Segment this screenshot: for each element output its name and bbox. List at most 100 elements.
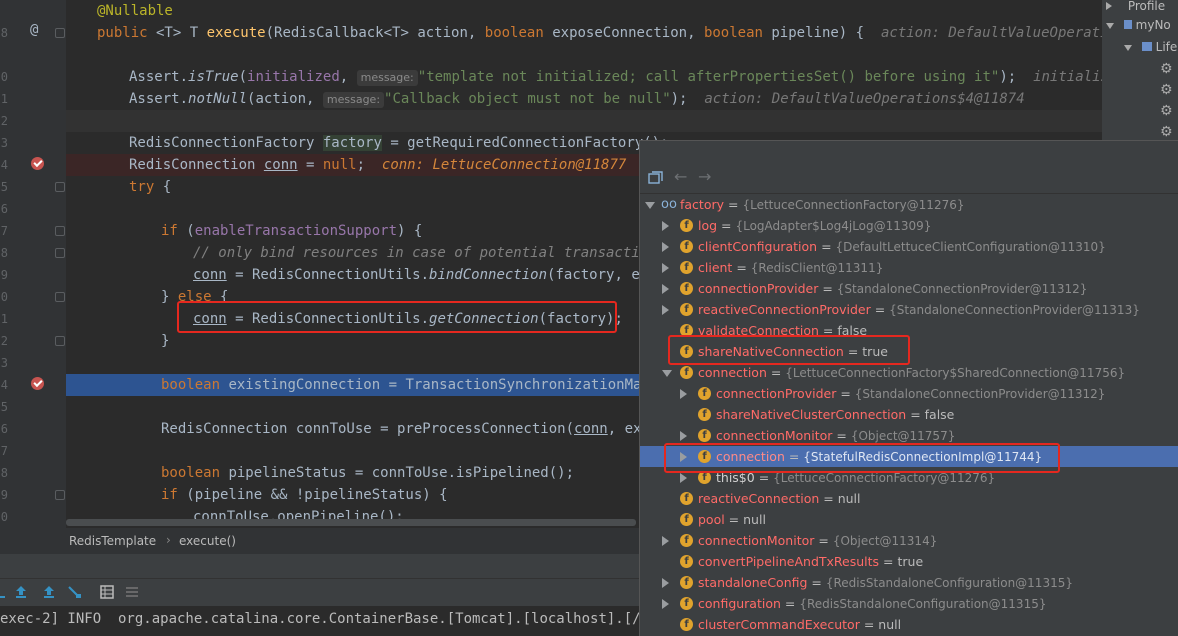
watch-glasses-icon: oo [661, 197, 677, 212]
override-marker-icon[interactable]: @ [30, 22, 38, 38]
var-eq: = [818, 281, 837, 296]
expand-arrow-icon[interactable] [662, 536, 669, 546]
console-output[interactable]: exec-2] INFO org.apache.catalina.core.Co… [0, 606, 683, 635]
fold-icon[interactable] [55, 226, 65, 236]
collapse-arrow-icon[interactable] [1106, 23, 1114, 29]
fold-icon[interactable] [55, 28, 65, 38]
annotation-box [664, 443, 1060, 473]
expand-arrow-icon[interactable] [662, 305, 669, 315]
tree-row[interactable]: f client = {RedisClient@11311} [640, 257, 1178, 278]
watch-icon[interactable] [648, 171, 664, 185]
line-number: 3 [0, 356, 8, 370]
line-number: 4 [0, 378, 8, 392]
tree-row[interactable]: myNo [1106, 18, 1171, 32]
tree-row[interactable]: f connection = {LettuceConnectionFactory$… [640, 362, 1178, 383]
field-icon: f [680, 597, 693, 610]
fold-icon[interactable] [55, 490, 65, 500]
gear-icon[interactable]: ⚙ [1160, 124, 1173, 140]
tree-row[interactable]: f pool = null [640, 509, 1178, 530]
tree-row[interactable]: f reactiveConnection = null [640, 488, 1178, 509]
console-line: exec-2] INFO org.apache.catalina.core.Co… [0, 611, 683, 627]
line-number: 8 [0, 246, 8, 260]
var-eq: = [879, 554, 898, 569]
evaluate-icon[interactable] [100, 585, 114, 599]
gear-icon[interactable]: ⚙ [1160, 61, 1173, 77]
var-value: {LogAdapter$Log4jLog@11309} [735, 219, 932, 233]
collapse-arrow-icon[interactable] [662, 370, 672, 377]
tree-row[interactable]: Life [1124, 40, 1177, 54]
current-line-highlight [66, 110, 1102, 132]
tree-row[interactable]: f log = {LogAdapter$Log4jLog@11309} [640, 215, 1178, 236]
code-line: boolean pipelineStatus = connToUse.isPip… [161, 465, 575, 481]
code-line: public <T> T execute(RedisCallback<T> ac… [97, 25, 1102, 41]
fold-icon[interactable] [55, 292, 65, 302]
annotation-box [177, 301, 617, 333]
expand-arrow-icon[interactable] [662, 263, 669, 273]
expand-arrow-icon[interactable] [662, 221, 669, 231]
tree-row[interactable]: f standaloneConfig = {RedisStandaloneConf… [640, 572, 1178, 593]
trace-icon[interactable] [125, 585, 139, 599]
field-icon: f [698, 387, 711, 400]
tree-row[interactable]: f connectionProvider = {StandaloneConnect… [640, 278, 1178, 299]
code-line: if (pipeline && !pipelineStatus) { [161, 487, 448, 503]
expand-arrow-icon[interactable] [662, 599, 669, 609]
variable-inspector-popup[interactable]: ← → oo factory = {LettuceConnectionFacto… [639, 140, 1178, 636]
tree-row[interactable]: f connectionMonitor = {Object@11314} [640, 530, 1178, 551]
field-icon: f [680, 576, 693, 589]
code-line: RedisConnectionFactory factory = getRequ… [129, 135, 669, 151]
gear-icon[interactable]: ⚙ [1160, 103, 1173, 119]
code-line: RedisConnection conn = null; conn: Lettu… [129, 157, 627, 173]
expand-arrow-icon[interactable] [680, 431, 687, 441]
module-icon [1123, 20, 1132, 29]
field-icon: f [680, 366, 693, 379]
expand-arrow-icon[interactable] [680, 389, 687, 399]
expand-arrow-icon[interactable] [662, 578, 669, 588]
forward-arrow-icon[interactable]: → [698, 167, 711, 186]
step-out-icon[interactable] [0, 585, 14, 599]
debug-toolbar [0, 578, 640, 607]
gear-icon[interactable]: ⚙ [1160, 82, 1173, 98]
var-name: connectionProvider [698, 281, 819, 296]
fold-icon[interactable] [55, 336, 65, 346]
breadcrumb-item[interactable]: execute() [179, 534, 236, 548]
tree-row[interactable]: f convertPipelineAndTxResults = true [640, 551, 1178, 572]
expand-arrow-icon[interactable] [680, 473, 687, 483]
var-eq: = [832, 428, 851, 443]
expand-arrow-icon[interactable] [662, 242, 669, 252]
var-name: clientConfiguration [698, 239, 818, 254]
var-name: connectionMonitor [698, 533, 815, 548]
expand-arrow-icon[interactable] [662, 284, 669, 294]
step-up-icon[interactable] [42, 585, 56, 599]
tree-row[interactable]: f shareNativeClusterConnection = false [640, 404, 1178, 425]
tree-row-root[interactable]: oo factory = {LettuceConnectionFactory@1… [640, 194, 1178, 215]
fold-icon[interactable] [55, 248, 65, 258]
tree-row[interactable]: f clientConfiguration = {DefaultLettuceCl… [640, 236, 1178, 257]
var-name: reactiveConnection [698, 491, 820, 506]
var-name: configuration [698, 596, 781, 611]
var-eq: = [780, 596, 800, 611]
code-line: conn = RedisConnectionUtils.bindConnecti… [193, 267, 666, 283]
line-number: 1 [0, 312, 8, 326]
tree-row[interactable]: f configuration = {RedisStandaloneConfigu… [640, 593, 1178, 614]
breadcrumb-item[interactable]: RedisTemplate [69, 534, 156, 548]
code-line: Assert.isTrue(initialized, message: "temp… [129, 69, 1102, 86]
horizontal-scrollbar[interactable] [66, 519, 636, 526]
var-value: {Object@11314} [832, 534, 938, 548]
back-arrow-icon[interactable]: ← [674, 167, 687, 186]
step-up-icon[interactable] [14, 585, 28, 599]
var-value: {RedisClient@11311} [750, 261, 884, 275]
code-line: try { [129, 179, 172, 195]
field-icon: f [680, 261, 693, 274]
fold-icon[interactable] [55, 182, 65, 192]
breakpoint-icon[interactable] [31, 157, 44, 170]
tree-row[interactable]: Profile [1106, 0, 1165, 12]
run-to-cursor-icon[interactable] [68, 585, 82, 599]
expand-arrow-icon[interactable] [1106, 2, 1112, 10]
tree-row[interactable]: f connectionProvider = {StandaloneConnect… [640, 383, 1178, 404]
collapse-arrow-icon[interactable] [1124, 45, 1132, 51]
var-value: null [878, 617, 902, 632]
tree-row[interactable]: f reactiveConnectionProvider = {Standalon… [640, 299, 1178, 320]
breakpoint-icon[interactable] [31, 377, 44, 390]
collapse-arrow-icon[interactable] [645, 202, 655, 209]
tree-row[interactable]: f clusterCommandExecutor = null [640, 614, 1178, 635]
